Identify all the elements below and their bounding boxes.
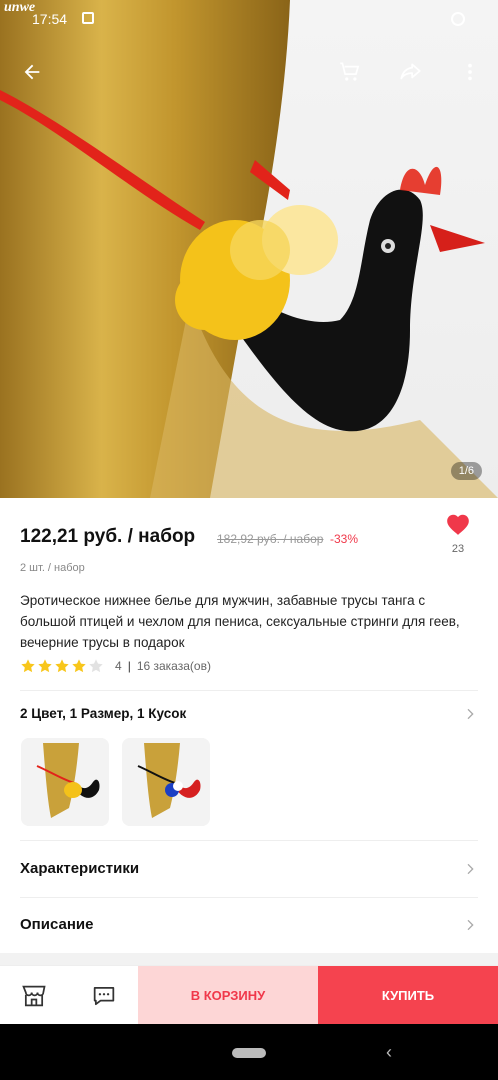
- status-bar: unwe 17:54: [0, 0, 498, 40]
- rating-value: 4: [115, 659, 122, 673]
- chevron-right-icon: [467, 708, 474, 720]
- back-button[interactable]: [16, 56, 48, 88]
- system-nav-bar: ‹: [0, 1024, 498, 1080]
- specs-row[interactable]: Характеристики: [0, 841, 498, 897]
- home-pill[interactable]: [232, 1048, 266, 1058]
- heart-icon: [447, 514, 469, 535]
- store-button[interactable]: [0, 966, 68, 1025]
- rating-separator: |: [127, 659, 131, 673]
- rating-stars: [20, 658, 105, 674]
- share-icon: [400, 63, 421, 80]
- share-button[interactable]: [394, 56, 426, 88]
- variant-label: 2 Цвет, 1 Размер, 1 Кусок: [20, 706, 187, 721]
- brand-watermark: unwe: [4, 0, 36, 15]
- status-time: 17:54: [32, 11, 68, 27]
- gallery-notification-icon: [82, 12, 94, 24]
- back-arrow-icon: [24, 64, 40, 80]
- add-to-cart-button[interactable]: В КОРЗИНУ: [138, 966, 318, 1025]
- star-icon: [72, 659, 86, 673]
- chat-icon: [93, 986, 115, 1005]
- more-icon: [468, 63, 472, 81]
- variant-thumb[interactable]: [122, 738, 210, 826]
- discount-badge: -33%: [330, 532, 359, 546]
- star-icon: [89, 659, 103, 673]
- description-label: Описание: [20, 916, 94, 933]
- variant-image-red: [21, 738, 109, 826]
- star-icon: [55, 659, 69, 673]
- buy-now-button[interactable]: КУПИТЬ: [318, 966, 498, 1025]
- old-price: 182,92 руб. / набор: [217, 532, 324, 546]
- store-icon: [22, 985, 46, 1006]
- image-counter: 1/6: [450, 462, 482, 480]
- star-icon: [21, 659, 35, 673]
- orders-count: 16 заказа(ов): [136, 659, 211, 673]
- star-icon: [38, 659, 52, 673]
- section-spacer: [0, 953, 498, 965]
- cart-button[interactable]: [334, 56, 366, 88]
- sync-icon: [451, 12, 465, 26]
- specs-label: Характеристики: [20, 860, 140, 877]
- unit-info: 2 шт. / набор: [20, 562, 85, 574]
- more-button[interactable]: [454, 56, 486, 88]
- bottom-action-bar: В КОРЗИНУ КУПИТЬ: [0, 965, 498, 1025]
- wishlist-button[interactable]: 23: [440, 512, 476, 555]
- chevron-right-icon: [467, 863, 474, 875]
- divider: [20, 690, 478, 691]
- chat-button[interactable]: [70, 966, 138, 1025]
- wishlist-count: 23: [451, 543, 465, 555]
- chevron-right-icon: [467, 919, 474, 931]
- product-title: Эротическое нижнее белье для мужчин, заб…: [20, 593, 460, 650]
- rating-row[interactable]: 4 | 16 заказа(ов): [20, 658, 211, 674]
- cart-icon: [340, 62, 360, 81]
- variant-image-black: [122, 738, 210, 826]
- price: 122,21 руб. / набор: [20, 526, 196, 547]
- variant-thumb[interactable]: [21, 738, 109, 826]
- description-row[interactable]: Описание: [0, 897, 498, 953]
- system-back-icon[interactable]: ‹: [386, 1042, 392, 1063]
